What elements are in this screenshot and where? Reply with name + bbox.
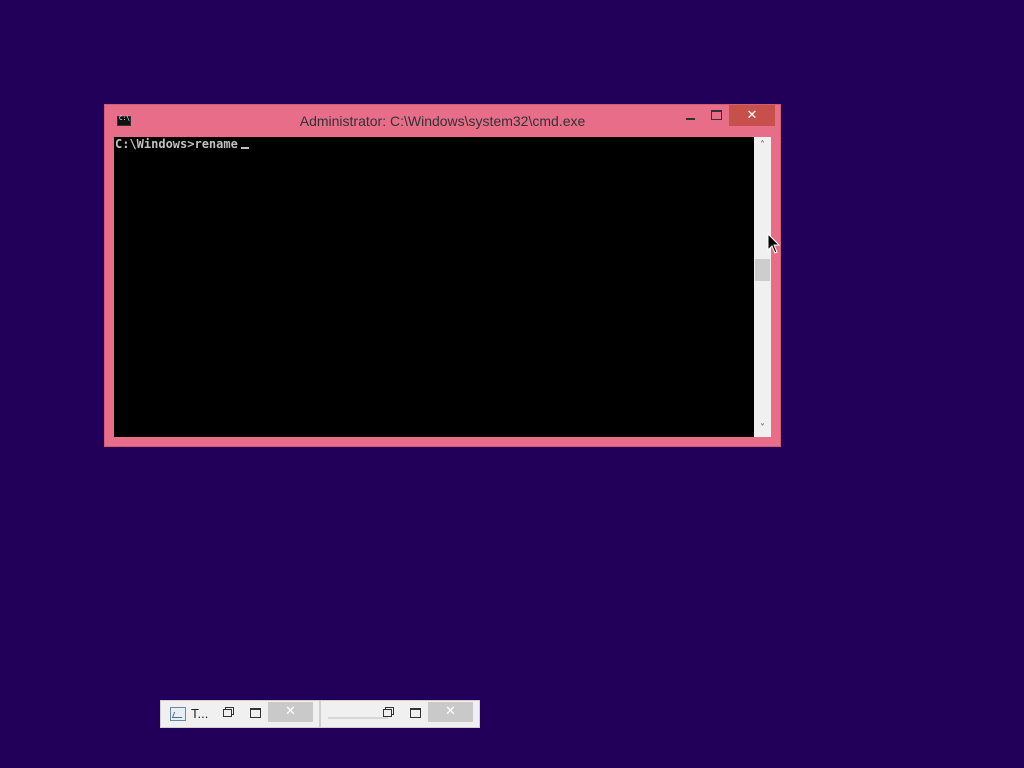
restore-button[interactable] [220,705,236,721]
title-bar[interactable]: Administrator: C:\Windows\system32\cmd.e… [105,105,780,137]
close-button[interactable]: ✕ [729,105,775,126]
maximize-button[interactable] [247,705,263,721]
cmd-window: Administrator: C:\Windows\system32\cmd.e… [104,104,781,447]
close-button[interactable]: ✕ [268,702,313,722]
command-line: C:\Windows>rename [115,137,249,151]
scroll-up-button[interactable]: ˄ [754,137,771,154]
task-manager-icon [170,707,186,721]
mouse-pointer-icon [767,233,781,254]
scroll-thumb[interactable] [755,259,770,281]
command-text: rename [194,137,238,151]
scroll-down-button[interactable]: ˅ [754,420,771,437]
text-cursor [240,147,249,149]
minimized-window-1[interactable]: T... ✕ [160,700,320,728]
vertical-scrollbar[interactable]: ˄ ˅ [754,137,771,437]
title-placeholder [328,717,388,719]
desktop: Administrator: C:\Windows\system32\cmd.e… [0,0,1024,768]
console-output[interactable]: C:\Windows>rename [114,137,754,437]
minimize-button[interactable] [679,105,703,126]
maximize-button[interactable] [407,705,423,721]
restore-button[interactable] [380,705,396,721]
close-button[interactable]: ✕ [428,702,473,722]
minimized-window-2[interactable]: ✕ [320,700,480,728]
prompt: C:\Windows> [115,137,195,151]
maximize-button[interactable] [705,105,729,126]
minimized-window-title: T... [191,706,209,721]
